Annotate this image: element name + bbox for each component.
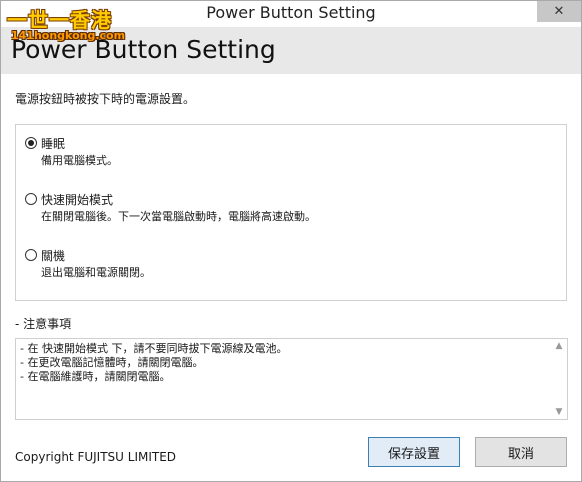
close-icon: ✕: [553, 4, 565, 19]
watermark-sub-text: 141hongkong.com: [11, 29, 126, 42]
notes-line: - 在 快速開始模式 下，請不要同時拔下電源線及電池。: [20, 342, 288, 355]
notes-line: - 在更改電腦記憶體時，請關閉電腦。: [20, 356, 204, 369]
scroll-down-icon[interactable]: ▼: [551, 405, 567, 419]
radio-sleep[interactable]: [25, 137, 37, 149]
option-label: 睡眠: [41, 137, 66, 151]
option-label: 關機: [41, 249, 66, 263]
power-options-group: 睡眠 備用電腦模式。 快速開始模式 在關閉電腦後。下一次當電腦啟動時，電腦將高速…: [15, 124, 567, 301]
notes-content: - 在 快速開始模式 下，請不要同時拔下電源線及電池。 - 在更改電腦記憶體時，…: [20, 342, 549, 384]
option-description: 退出電腦和電源關閉。: [41, 266, 151, 279]
save-settings-button[interactable]: 保存設置: [368, 437, 460, 467]
close-button[interactable]: ✕: [537, 1, 581, 22]
notes-scrollbar[interactable]: ▲ ▼: [551, 339, 567, 419]
watermark-logo: 一世一香港 141hongkong.com: [5, 4, 126, 42]
radio-shutdown[interactable]: [25, 249, 37, 261]
notes-line: - 在電腦維護時，請關閉電腦。: [20, 370, 171, 383]
notes-textarea[interactable]: - 在 快速開始模式 下，請不要同時拔下電源線及電池。 - 在更改電腦記憶體時，…: [15, 338, 568, 420]
prompt-text: 電源按鈕時被按下時的電源設置。: [15, 92, 196, 106]
power-button-setting-window: Power Button Setting ✕ Power Button Sett…: [0, 0, 582, 482]
scroll-up-icon[interactable]: ▲: [551, 339, 567, 353]
option-description: 在關閉電腦後。下一次當電腦啟動時，電腦將高速啟動。: [41, 210, 316, 223]
option-label: 快速開始模式: [41, 193, 114, 207]
notes-label: - 注意事項: [15, 317, 72, 331]
cancel-button[interactable]: 取消: [475, 437, 567, 467]
radio-fast-start[interactable]: [25, 193, 37, 205]
option-description: 備用電腦模式。: [41, 154, 118, 167]
copyright-text: Copyright FUJITSU LIMITED: [15, 450, 177, 464]
